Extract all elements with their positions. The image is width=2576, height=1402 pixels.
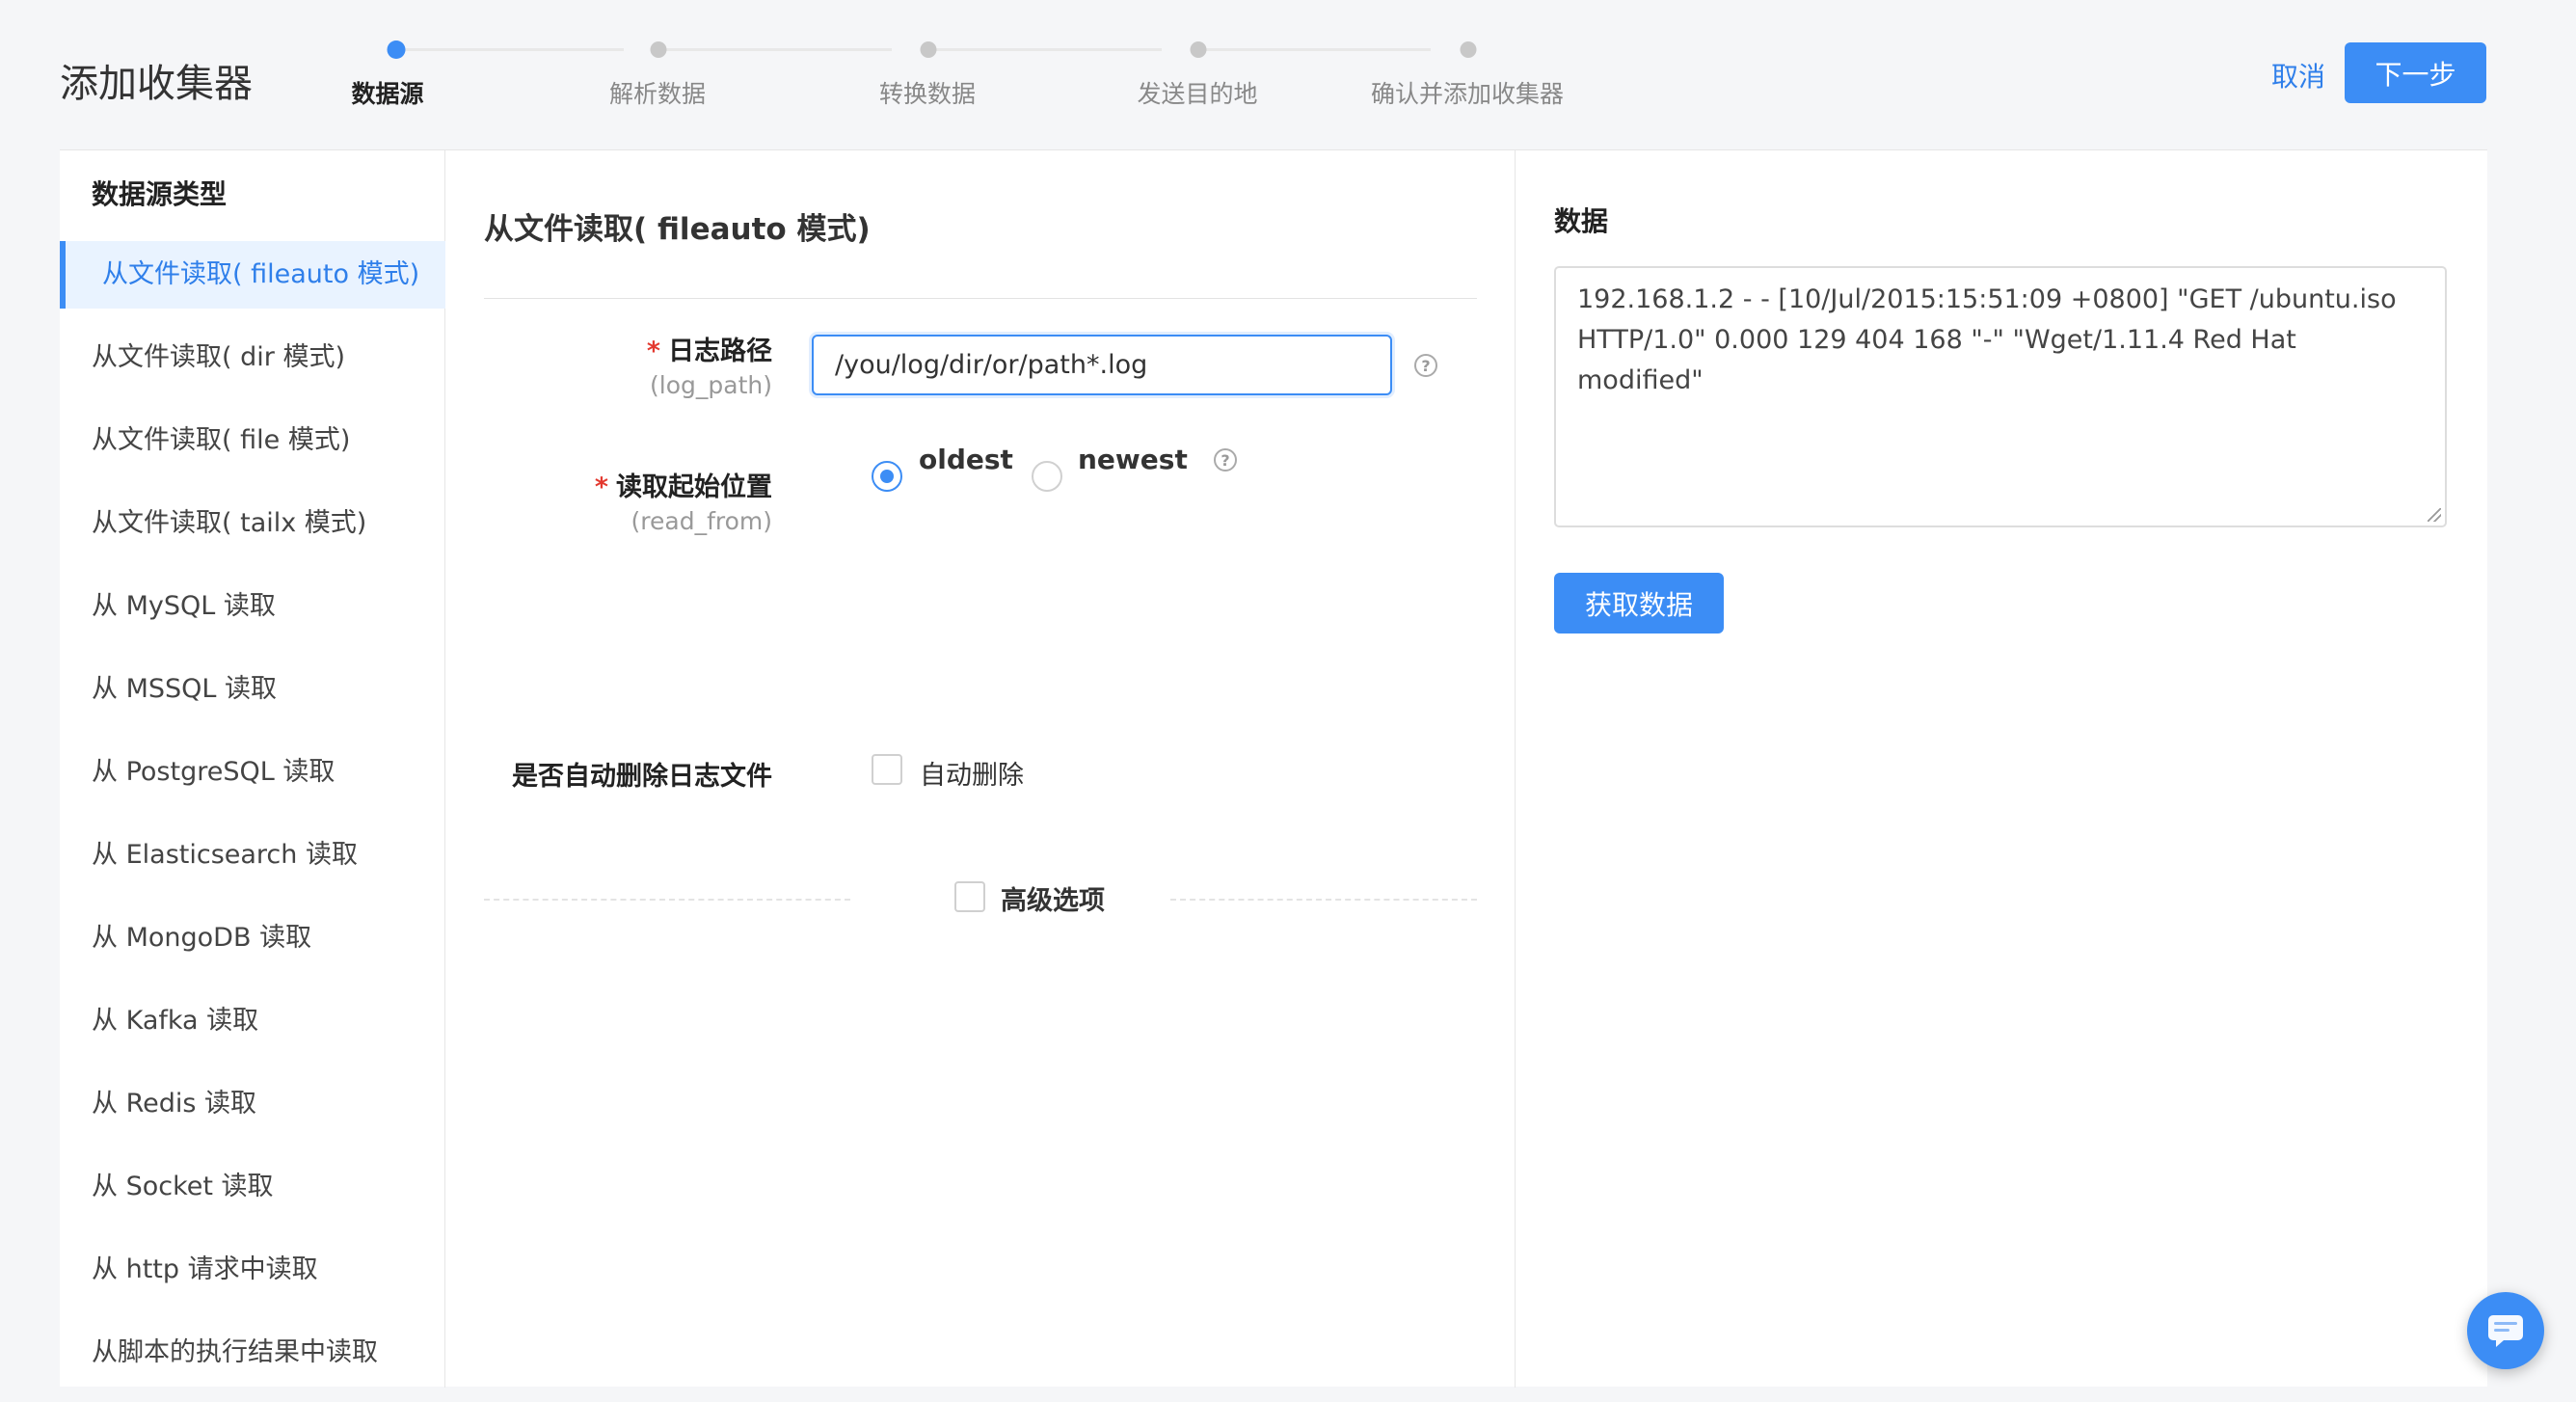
form-title: 从文件读取( fileauto 模式) [484,212,871,247]
step-label-destination: 发送目的地 [1137,80,1258,108]
step-label-datasource: 数据源 [351,80,424,108]
sidebar-item-script[interactable]: 从脚本的执行结果中读取 [60,1319,445,1387]
fetch-data-button[interactable]: 获取数据 [1554,573,1724,634]
required-mark: * [646,337,660,366]
sidebar-item-kafka[interactable]: 从 Kafka 读取 [60,987,445,1055]
resize-grip-icon[interactable] [2428,508,2441,522]
read-from-label-text: 读取起始位置 [616,472,772,502]
chat-icon [2488,1315,2523,1347]
sidebar-item-redis[interactable]: 从 Redis 读取 [60,1070,445,1138]
config-form: 从文件读取( fileauto 模式) * 日志路径 (log_path) ? *… [445,150,1516,1388]
sidebar-item-mysql[interactable]: 从 MySQL 读取 [60,573,445,640]
main-panel: 数据源类型 从文件读取( fileauto 模式) 从文件读取( dir 模式)… [60,149,2487,1388]
step-dot-2 [650,41,667,58]
step-label-parse: 解析数据 [608,80,707,108]
data-preview-panel: 数据 192.168.1.2 - - [10/Jul/2015:15:51:09… [1516,150,2487,1388]
page-title: 添加收集器 [60,62,253,106]
required-mark: * [594,472,608,502]
step-dot-1 [387,40,406,59]
step-label-confirm: 确认并添加收集器 [1370,80,1565,108]
cancel-button[interactable]: 取消 [2271,56,2325,94]
question-icon[interactable]: ? [1414,354,1437,377]
chat-support-button[interactable] [2467,1292,2544,1369]
datasource-type-sidebar: 数据源类型 从文件读取( fileauto 模式) 从文件读取( dir 模式)… [60,150,445,1388]
sidebar-item-mongodb[interactable]: 从 MongoDB 读取 [60,904,445,972]
log-path-sub-label: (log_path) [650,371,772,399]
auto-delete-checkbox-label[interactable]: 自动删除 [920,754,1024,792]
advanced-divider-right [1170,899,1477,901]
advanced-options-label[interactable]: 高级选项 [1001,879,1105,917]
log-path-input[interactable] [812,335,1392,395]
step-progress: 数据源 解析数据 转换数据 发送目的地 确认并添加收集器 [351,37,1598,114]
advanced-options-checkbox[interactable] [954,881,985,912]
question-icon[interactable]: ? [1214,448,1237,472]
sidebar-item-mssql[interactable]: 从 MSSQL 读取 [60,656,445,723]
read-from-label: * 读取起始位置 [595,466,772,503]
radio-newest-label[interactable]: newest [1078,444,1188,475]
sidebar-item-file[interactable]: 从文件读取( file 模式) [60,407,445,474]
sample-data-text: 192.168.1.2 - - [10/Jul/2015:15:51:09 +0… [1577,284,2397,395]
log-path-label: * 日志路径 [647,330,772,367]
sidebar-title: 数据源类型 [92,178,228,210]
read-from-sub-label: (read_from) [631,507,772,535]
radio-newest[interactable] [1032,461,1062,492]
step-dot-3 [920,41,937,58]
sidebar-item-dir[interactable]: 从文件读取( dir 模式) [60,324,445,391]
step-connector [664,48,892,51]
radio-oldest[interactable] [872,461,902,492]
next-step-button[interactable]: 下一步 [2345,42,2486,103]
sample-data-textarea[interactable]: 192.168.1.2 - - [10/Jul/2015:15:51:09 +0… [1554,266,2447,527]
step-dot-5 [1460,41,1477,58]
step-dot-4 [1190,41,1207,58]
step-connector [1203,48,1431,51]
sidebar-item-http[interactable]: 从 http 请求中读取 [60,1236,445,1304]
auto-delete-checkbox[interactable] [872,754,902,785]
sidebar-item-postgresql[interactable]: 从 PostgreSQL 读取 [60,739,445,806]
step-connector [396,48,624,51]
advanced-divider-left [484,899,850,901]
step-label-transform: 转换数据 [878,80,977,108]
radio-oldest-label[interactable]: oldest [919,444,1013,475]
sidebar-list: 从文件读取( fileauto 模式) 从文件读取( dir 模式) 从文件读取… [60,241,445,1402]
sidebar-item-tailx[interactable]: 从文件读取( tailx 模式) [60,490,445,557]
step-connector [934,48,1162,51]
auto-delete-label: 是否自动删除日志文件 [512,762,772,792]
sidebar-item-elasticsearch[interactable]: 从 Elasticsearch 读取 [60,822,445,889]
header: 添加收集器 数据源 解析数据 转换数据 发送目的地 确认并添加收集器 取消 下一… [0,0,2576,149]
data-title: 数据 [1554,205,1609,237]
form-divider [484,298,1477,299]
log-path-label-text: 日志路径 [668,337,772,366]
sidebar-item-socket[interactable]: 从 Socket 读取 [60,1153,445,1221]
sidebar-item-fileauto[interactable]: 从文件读取( fileauto 模式) [60,241,445,309]
